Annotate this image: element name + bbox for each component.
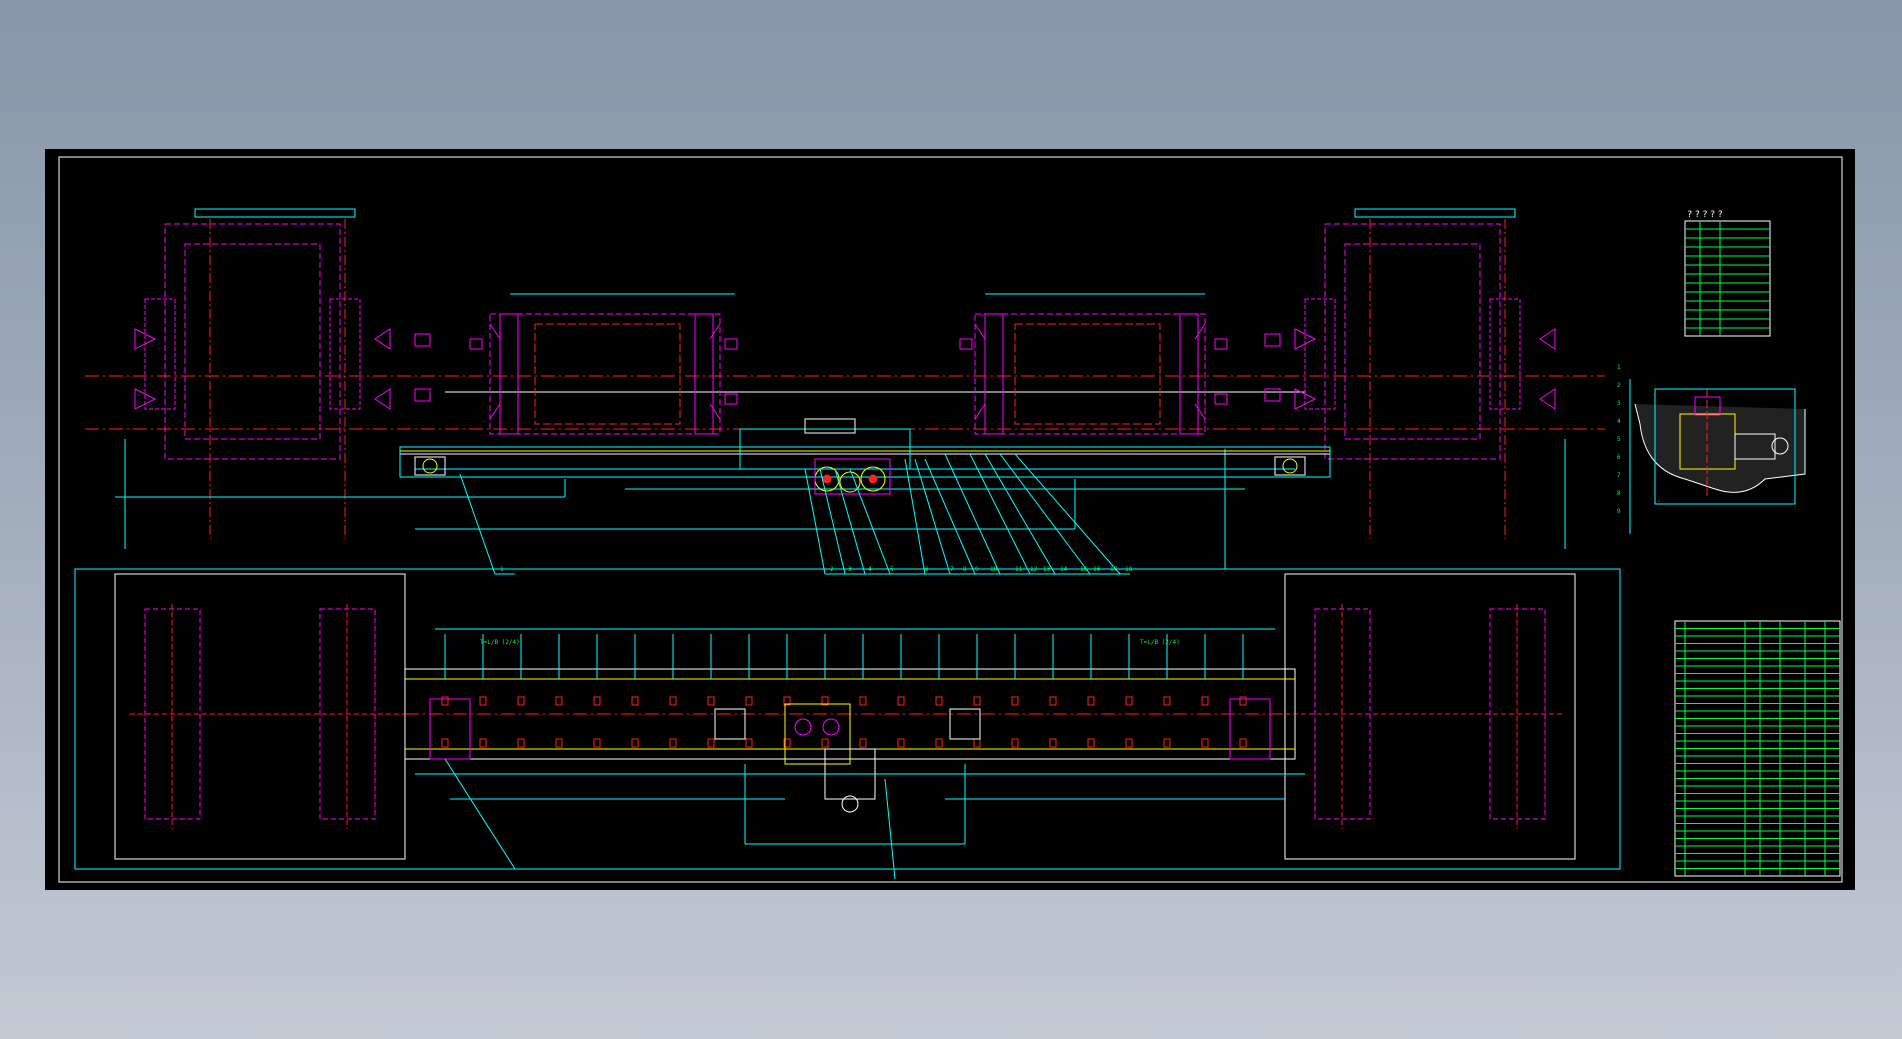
inner-left-stand bbox=[469, 293, 738, 435]
plan-central-drive bbox=[714, 703, 981, 813]
cad-drawing: 1 2 3 4 5 6 7 8 9 10 11 12 13 14 15 16 1… bbox=[58, 156, 1843, 883]
beam-support bbox=[1049, 634, 1057, 748]
rail-beam bbox=[399, 446, 1331, 478]
beam-support bbox=[1163, 634, 1171, 748]
plan-left-housing bbox=[130, 604, 405, 829]
beam-support bbox=[897, 634, 905, 748]
side-callout-8: 8 bbox=[1617, 490, 1621, 497]
callout-leaders bbox=[459, 453, 1130, 575]
plan-note-right: T=L/B (2/4) bbox=[1140, 639, 1180, 646]
beam-support bbox=[935, 634, 943, 748]
beam-support bbox=[593, 634, 601, 748]
beam-support bbox=[973, 634, 981, 748]
left-housing bbox=[134, 208, 431, 539]
beam-support bbox=[1201, 634, 1209, 748]
side-callout-4: 4 bbox=[1617, 418, 1621, 425]
side-callouts: 1 2 3 4 5 6 7 8 9 bbox=[1617, 364, 1621, 515]
beam-support bbox=[631, 634, 639, 748]
beam-support bbox=[1087, 634, 1095, 748]
beam-support bbox=[859, 634, 867, 748]
plan-dimensions bbox=[415, 628, 1305, 880]
legend-title: ? ? ? ? ? bbox=[1687, 210, 1723, 220]
beam-support bbox=[1011, 634, 1019, 748]
plan-right-housing bbox=[1285, 604, 1565, 829]
side-callout-2: 2 bbox=[1617, 382, 1621, 389]
side-callout-5: 5 bbox=[1617, 436, 1621, 443]
right-housing bbox=[1264, 208, 1556, 539]
side-callout-9: 9 bbox=[1617, 508, 1621, 515]
beam-support bbox=[1125, 634, 1133, 748]
beam-support bbox=[1239, 634, 1247, 748]
legend-rows bbox=[1685, 221, 1770, 336]
beam-support bbox=[441, 634, 449, 748]
inner-right-stand bbox=[959, 293, 1228, 435]
cad-sheet: 1 2 3 4 5 6 7 8 9 10 11 12 13 14 15 16 1… bbox=[45, 149, 1855, 890]
beam-support bbox=[555, 634, 563, 748]
central-drive-unit bbox=[739, 418, 911, 495]
elevation-view: 1 2 3 4 5 6 7 8 9 10 11 12 13 14 15 16 1… bbox=[85, 208, 1605, 575]
plan-view: T=L/B (2/4) T=L/B (2/4) bbox=[74, 568, 1621, 880]
parts-list bbox=[1674, 620, 1841, 877]
side-callout-7: 7 bbox=[1617, 472, 1621, 479]
parts-rows bbox=[1675, 621, 1840, 876]
side-section-view: 1 2 3 4 5 6 7 8 9 bbox=[1617, 364, 1806, 534]
beam-support bbox=[745, 634, 753, 748]
plan-supports bbox=[441, 634, 1247, 748]
legend-table: ? ? ? ? ? bbox=[1684, 210, 1771, 337]
side-callout-3: 3 bbox=[1617, 400, 1621, 407]
side-callout-1: 1 bbox=[1617, 364, 1621, 371]
beam-support bbox=[821, 634, 829, 748]
beam-support bbox=[517, 634, 525, 748]
side-callout-6: 6 bbox=[1617, 454, 1621, 461]
beam-support bbox=[669, 634, 677, 748]
beam-support bbox=[479, 634, 487, 748]
plan-note-left: T=L/B (2/4) bbox=[480, 639, 520, 646]
beam-support bbox=[707, 634, 715, 748]
